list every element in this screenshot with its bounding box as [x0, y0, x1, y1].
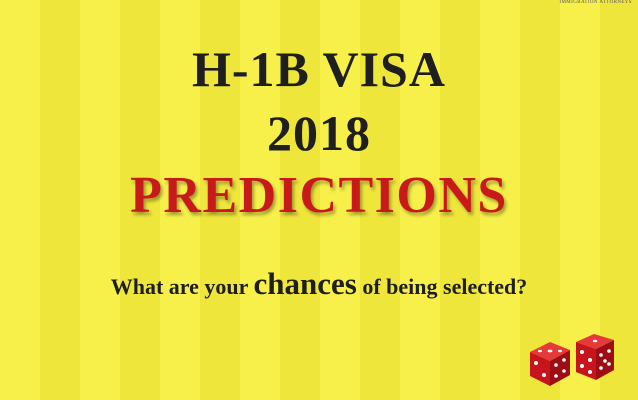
title-line-year: 2018	[267, 105, 371, 161]
title-line-visa: H-1B VISA	[192, 41, 446, 97]
subtitle-part-2: of being selected?	[356, 274, 528, 299]
left-die	[530, 342, 570, 386]
subtitle-emphasis: chances	[253, 266, 357, 301]
subtitle: What are your chances of being selected?	[0, 266, 638, 305]
right-die	[576, 334, 614, 380]
title-line-predictions: PREDICTIONS	[130, 167, 508, 224]
corner-brand-text: IMMIGRATION ATTORNEYS	[559, 0, 632, 5]
dice-icon	[530, 334, 614, 386]
subtitle-part-1: What are your	[110, 274, 254, 299]
